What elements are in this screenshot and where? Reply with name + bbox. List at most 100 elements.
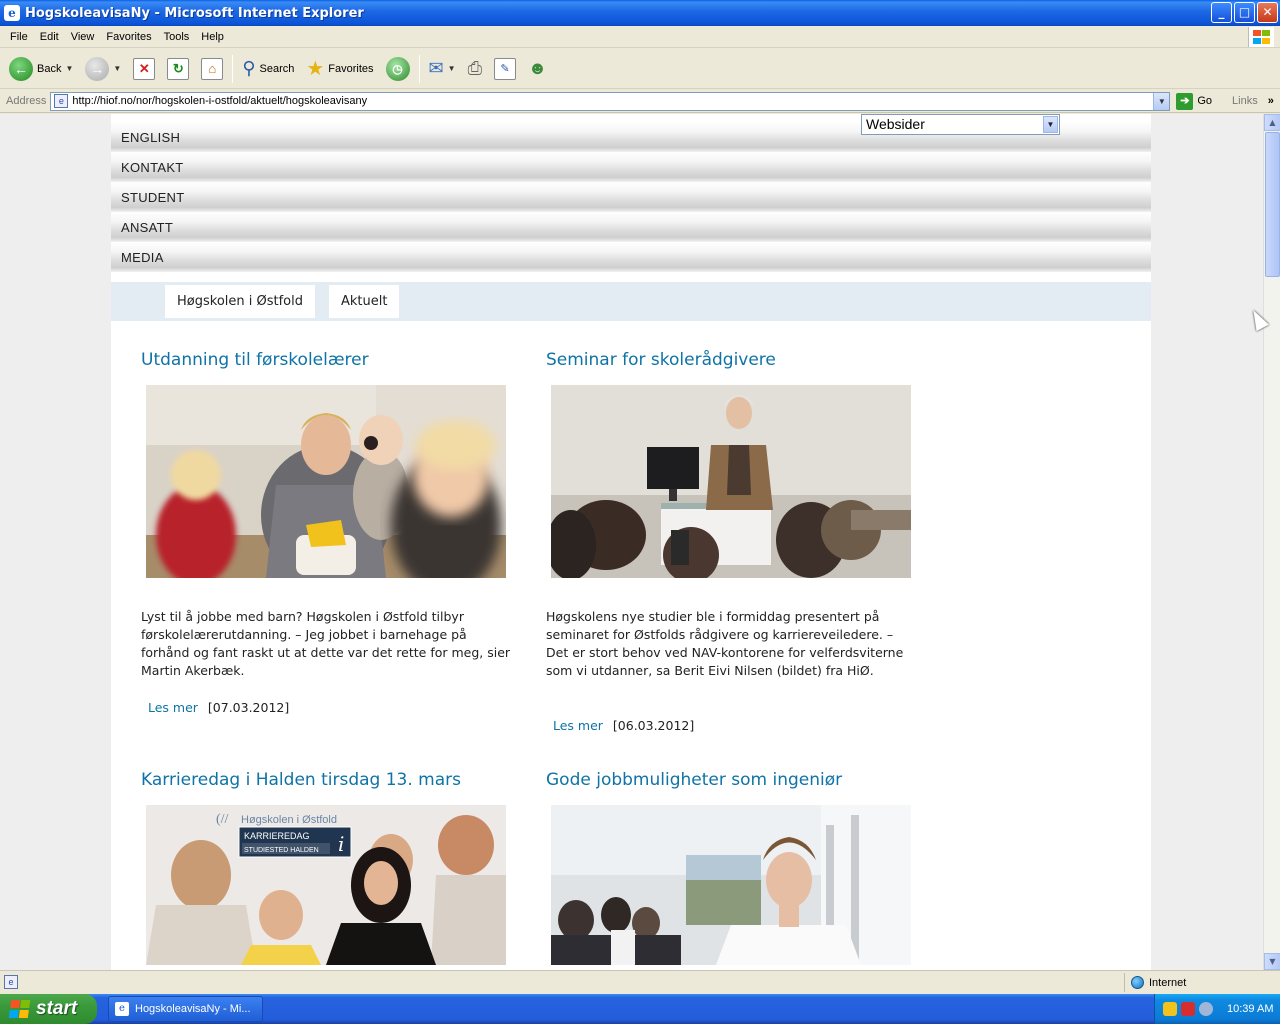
history-button[interactable]: ◷ <box>383 55 413 83</box>
scroll-thumb[interactable] <box>1265 132 1280 277</box>
scroll-up-icon[interactable]: ▲ <box>1264 114 1280 131</box>
edit-icon: ✎ <box>493 57 516 80</box>
back-label: Back <box>37 62 62 75</box>
menu-edit[interactable]: Edit <box>34 31 65 43</box>
status-bar: e Internet <box>0 970 1280 994</box>
menu-view[interactable]: View <box>65 31 101 43</box>
search-scope-select[interactable]: Websider ▼ <box>861 114 1060 135</box>
favorites-label: Favorites <box>328 62 374 75</box>
back-button[interactable]: ← Back ▼ <box>6 55 76 83</box>
ie-icon: e <box>115 1002 129 1016</box>
menu-help[interactable]: Help <box>195 31 230 43</box>
hiof-logo-icon: (// <box>216 812 229 827</box>
network-icon[interactable] <box>1199 1002 1213 1016</box>
article-photo[interactable] <box>146 385 506 578</box>
news-article: Utdanning til førskolelærer Lyst til å j… <box>141 350 511 730</box>
security-zone: Internet <box>1124 973 1276 992</box>
security-shield-icon[interactable] <box>1163 1002 1177 1016</box>
toolbar: ← Back ▼ → ▼ ✕ ↻ ⌂ ⚲ Search ★ Favorites … <box>0 49 1280 89</box>
windows-logo-icon <box>1248 27 1274 47</box>
stop-button[interactable]: ✕ <box>130 56 158 82</box>
chevron-down-icon[interactable]: ▼ <box>1153 92 1170 110</box>
article-title[interactable]: Utdanning til førskolelærer <box>141 350 511 370</box>
article-meta: Les mer [06.03.2012] <box>553 718 694 733</box>
search-label: Search <box>259 62 295 75</box>
photo-org-text: Høgskolen i Østfold <box>241 814 337 826</box>
forward-button[interactable]: → ▼ <box>82 55 124 83</box>
taskbar-item-label: HogskoleavisaNy - Mi... <box>135 1003 251 1015</box>
article-excerpt: Høgskolens nye studier ble i formiddag p… <box>546 609 904 678</box>
news-article: Gode jobbmuligheter som ingeniør <box>546 770 916 970</box>
minimize-button[interactable]: _ <box>1211 2 1232 23</box>
chevron-down-icon[interactable]: ▼ <box>1043 116 1058 133</box>
article-photo[interactable] <box>551 805 911 965</box>
chevron-down-icon[interactable]: ▼ <box>448 64 456 73</box>
mail-icon: ✉ <box>428 58 444 78</box>
browser-viewport: ENGLISH KONTAKT STUDENT ANSATT MEDIA Web… <box>0 114 1280 970</box>
windows-flag-icon <box>8 1000 32 1018</box>
ie-icon: e <box>4 5 20 21</box>
window-controls: _ □ ✕ <box>1211 2 1278 23</box>
close-button[interactable]: ✕ <box>1257 2 1278 23</box>
refresh-icon: ↻ <box>167 57 190 80</box>
read-more-link[interactable]: Les mer <box>148 700 198 715</box>
print-button[interactable]: ⎙ <box>465 56 485 81</box>
article-image <box>551 805 911 965</box>
home-icon: ⌂ <box>201 57 224 80</box>
article-photo[interactable] <box>551 385 911 578</box>
messenger-button[interactable]: ☻ <box>525 56 550 81</box>
window-title-bar[interactable]: e HogskoleavisaNy - Microsoft Internet E… <box>0 0 1280 26</box>
zone-label: Internet <box>1149 976 1187 989</box>
news-article: Seminar for skolerådgivere Høgskolens ny… <box>546 350 916 750</box>
menu-bar: File Edit View Favorites Tools Help <box>0 26 1280 48</box>
page-icon: e <box>54 94 69 108</box>
go-arrow-icon: ➔ <box>1176 92 1194 110</box>
scroll-down-icon[interactable]: ▼ <box>1264 953 1280 970</box>
home-button[interactable]: ⌂ <box>198 56 226 82</box>
chevron-right-icon[interactable]: » <box>1268 95 1274 107</box>
back-arrow-icon: ← <box>9 56 33 81</box>
search-button[interactable]: ⚲ Search <box>239 56 297 81</box>
read-more-link[interactable]: Les mer <box>553 718 603 733</box>
nav-item-kontakt[interactable]: KONTAKT <box>111 152 1151 182</box>
taskbar-item-ie[interactable]: e HogskoleavisaNy - Mi... <box>108 996 263 1022</box>
toolbar-separator <box>418 54 420 83</box>
links-toolbar[interactable]: Links <box>1232 95 1258 107</box>
page-status-icon: e <box>4 975 18 989</box>
address-url[interactable]: http://hiof.no/nor/hogskolen-i-ostfold/a… <box>72 95 367 107</box>
menu-favorites[interactable]: Favorites <box>100 31 157 43</box>
address-input[interactable]: e http://hiof.no/nor/hogskolen-i-ostfold… <box>50 91 1171 111</box>
breadcrumb-item-aktuelt[interactable]: Aktuelt <box>329 285 400 318</box>
toolbar-separator <box>232 54 234 83</box>
article-excerpt: Lyst til å jobbe med barn? Høgskolen i Ø… <box>141 609 511 678</box>
menu-tools[interactable]: Tools <box>158 31 196 43</box>
mail-button[interactable]: ✉ ▼ <box>426 56 459 81</box>
vertical-scrollbar[interactable]: ▲ ▼ <box>1263 114 1280 970</box>
article-title[interactable]: Karrieredag i Halden tirsdag 13. mars <box>141 770 511 790</box>
start-label: start <box>36 998 78 1019</box>
photo-badge-subtitle: STUDIESTED HALDEN <box>244 847 319 854</box>
article-photo[interactable]: Høgskolen i Østfold (// KARRIEREDAG STUD… <box>146 805 506 965</box>
nav-item-student[interactable]: STUDENT <box>111 182 1151 212</box>
window-title: HogskoleavisaNy - Microsoft Internet Exp… <box>25 5 364 21</box>
nav-item-ansatt[interactable]: ANSATT <box>111 212 1151 242</box>
refresh-button[interactable]: ↻ <box>164 56 192 82</box>
info-icon: i <box>338 832 344 856</box>
nav-item-media[interactable]: MEDIA <box>111 242 1151 272</box>
menu-file[interactable]: File <box>4 31 34 43</box>
search-scope-value: Websider <box>866 116 925 132</box>
chevron-down-icon[interactable]: ▼ <box>65 64 73 73</box>
breadcrumb-item-hiof[interactable]: Høgskolen i Østfold <box>165 285 315 318</box>
clock: 10:39 AM <box>1227 1003 1274 1015</box>
edit-button[interactable]: ✎ <box>491 56 519 82</box>
antivirus-icon[interactable] <box>1181 1002 1195 1016</box>
start-button[interactable]: start <box>0 994 97 1024</box>
maximize-button[interactable]: □ <box>1234 2 1255 23</box>
article-title[interactable]: Seminar for skolerådgivere <box>546 350 916 370</box>
article-meta: Les mer [07.03.2012] <box>148 700 289 715</box>
messenger-icon: ☻ <box>527 58 547 78</box>
go-button[interactable]: ➔ Go <box>1176 92 1212 110</box>
chevron-down-icon[interactable]: ▼ <box>113 64 121 73</box>
favorites-button[interactable]: ★ Favorites <box>303 54 376 83</box>
article-title[interactable]: Gode jobbmuligheter som ingeniør <box>546 770 916 790</box>
